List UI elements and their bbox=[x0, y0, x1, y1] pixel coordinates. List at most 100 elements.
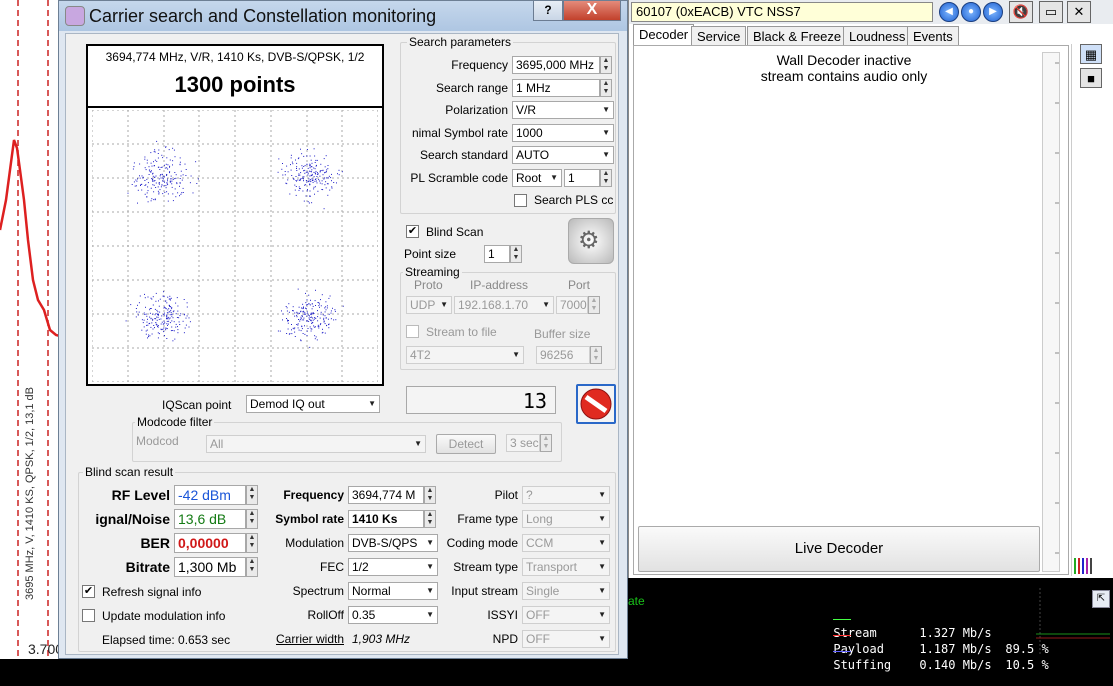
rf-level-spinner[interactable]: ▲ ▼ bbox=[246, 485, 258, 505]
frequency-input[interactable]: 3695,000 MHz bbox=[512, 56, 600, 74]
live-decoder-button[interactable]: Live Decoder bbox=[638, 526, 1040, 572]
constellation-point bbox=[157, 314, 159, 316]
modulation-select[interactable]: DVB-S/QPS ▼ bbox=[348, 534, 438, 552]
constellation-point bbox=[135, 179, 137, 181]
tab-black-freeze[interactable]: Black & Freeze bbox=[747, 26, 848, 46]
blind-scan-checkbox[interactable]: ✔ bbox=[406, 225, 419, 238]
constellation-point bbox=[162, 175, 164, 177]
constellation-point bbox=[308, 202, 310, 204]
constellation-point bbox=[287, 320, 289, 322]
constellation-point bbox=[173, 330, 175, 332]
frame-type-select[interactable]: Long ▼ bbox=[522, 510, 610, 528]
monitor-icon[interactable]: ▭ bbox=[1039, 1, 1063, 23]
issyi-select[interactable]: OFF ▼ bbox=[522, 606, 610, 624]
refresh-channel-icon[interactable]: ● bbox=[961, 2, 981, 22]
proto-select[interactable]: UDP ▼ bbox=[406, 296, 452, 314]
buffer-size-spinner[interactable]: ▲ ▼ bbox=[590, 346, 602, 364]
stream-type-select[interactable]: Transport ▼ bbox=[522, 558, 610, 576]
port-spinner[interactable]: ▲ ▼ bbox=[588, 296, 600, 314]
grid-view-icon[interactable]: ▦ bbox=[1080, 44, 1102, 64]
help-button[interactable]: ? bbox=[533, 1, 563, 21]
point-size-spinner[interactable]: ▲ ▼ bbox=[510, 245, 522, 263]
constellation-point bbox=[139, 177, 141, 179]
stop-button[interactable] bbox=[576, 384, 616, 424]
constellation-point bbox=[156, 324, 158, 326]
spectrum-select[interactable]: Normal ▼ bbox=[348, 582, 438, 600]
constellation-point bbox=[139, 295, 141, 297]
pl-scramble-type-select[interactable]: Root ▼ bbox=[512, 169, 562, 187]
tab-service[interactable]: Service bbox=[691, 26, 747, 46]
pilot-select[interactable]: ? ▼ bbox=[522, 486, 610, 504]
close-button[interactable]: X bbox=[563, 1, 621, 21]
tab-decoder[interactable]: Decoder bbox=[633, 24, 695, 46]
file-type-select[interactable]: 4T2 ▼ bbox=[406, 346, 524, 364]
tab-loudness[interactable]: Loudness bbox=[843, 26, 912, 46]
buffer-size-label: Buffer size bbox=[534, 327, 591, 341]
detect-time-spinner[interactable]: ▲ ▼ bbox=[540, 434, 552, 452]
npd-select[interactable]: OFF ▼ bbox=[522, 630, 610, 648]
constellation-point bbox=[309, 346, 311, 348]
rolloff-select[interactable]: 0.35 ▼ bbox=[348, 606, 438, 624]
buffer-size-input[interactable]: 96256 bbox=[536, 346, 590, 364]
iqscan-select[interactable]: Demod IQ out ▼ bbox=[246, 395, 380, 413]
constellation-point bbox=[310, 181, 312, 183]
tools-icon[interactable]: ✕ bbox=[1067, 1, 1091, 23]
snr-spinner[interactable]: ▲ ▼ bbox=[246, 509, 258, 529]
constellation-point bbox=[281, 168, 283, 170]
modcode-select[interactable]: All ▼ bbox=[206, 435, 426, 453]
search-range-input[interactable]: 1 MHz bbox=[512, 79, 600, 97]
input-stream-select[interactable]: Single ▼ bbox=[522, 582, 610, 600]
point-size-input[interactable]: 1 bbox=[484, 245, 510, 263]
ber-spinner[interactable]: ▲ ▼ bbox=[246, 533, 258, 553]
blind-scan-logo-button[interactable]: ⚙ bbox=[568, 218, 614, 264]
screen-view-icon[interactable]: ■ bbox=[1080, 68, 1102, 88]
constellation-point bbox=[158, 333, 160, 335]
next-channel-icon[interactable]: ▶ bbox=[983, 2, 1003, 22]
constellation-point bbox=[158, 305, 160, 307]
polarization-select[interactable]: V/R ▼ bbox=[512, 101, 614, 119]
result-symbol-rate-spinner[interactable]: ▲ ▼ bbox=[424, 510, 436, 528]
coding-mode-select[interactable]: CCM ▼ bbox=[522, 534, 610, 552]
constellation-point bbox=[144, 297, 146, 299]
snr-value: 13,6 dB bbox=[174, 509, 246, 529]
graph-scroll-icon[interactable]: ⇱ bbox=[1092, 590, 1110, 608]
constellation-point bbox=[320, 313, 322, 315]
channel-name-field[interactable]: 60107 (0xEACB) VTC NSS7 bbox=[631, 2, 933, 22]
title-bar[interactable]: Carrier search and Constellation monitor… bbox=[59, 1, 627, 31]
detect-time-input[interactable]: 3 sec bbox=[506, 434, 540, 452]
constellation-point bbox=[137, 178, 138, 180]
bitrate-spinner[interactable]: ▲ ▼ bbox=[246, 557, 258, 577]
decoder-scrollbar[interactable] bbox=[1042, 52, 1060, 572]
chevron-down-icon: ▼ bbox=[426, 538, 434, 547]
tab-events[interactable]: Events bbox=[907, 26, 959, 46]
constellation-point bbox=[312, 319, 314, 321]
port-input[interactable]: 7000 bbox=[556, 296, 588, 314]
ip-select[interactable]: 192.168.1.70 ▼ bbox=[454, 296, 554, 314]
constellation-point bbox=[325, 309, 327, 311]
search-pls-checkbox[interactable] bbox=[514, 194, 527, 207]
pl-scramble-code-input[interactable]: 1 bbox=[564, 169, 600, 187]
chevron-down-icon: ▼ bbox=[602, 128, 610, 137]
chevron-down-icon: ▼ bbox=[598, 610, 606, 619]
constellation-point bbox=[179, 182, 181, 184]
constellation-point bbox=[167, 323, 169, 325]
detect-button[interactable]: Detect bbox=[436, 434, 496, 454]
constellation-point bbox=[147, 318, 148, 320]
constellation-point bbox=[133, 166, 135, 168]
result-frequency-spinner[interactable]: ▲ ▼ bbox=[424, 486, 436, 504]
symbol-rate-select[interactable]: 1000 ▼ bbox=[512, 124, 614, 142]
frequency-spinner[interactable]: ▲ ▼ bbox=[600, 56, 612, 74]
refresh-signal-checkbox[interactable]: ✔ bbox=[82, 585, 95, 598]
search-standard-select[interactable]: AUTO ▼ bbox=[512, 146, 614, 164]
mute-speaker-icon[interactable]: 🔇 bbox=[1009, 1, 1033, 23]
pl-scramble-spinner[interactable]: ▲ ▼ bbox=[600, 169, 612, 187]
stream-to-file-checkbox[interactable] bbox=[406, 325, 419, 338]
update-modulation-checkbox[interactable] bbox=[82, 609, 95, 622]
wall-decoder-line1: Wall Decoder inactive bbox=[776, 52, 912, 68]
fec-select[interactable]: 1/2 ▼ bbox=[348, 558, 438, 576]
prev-channel-icon[interactable]: ◀ bbox=[939, 2, 959, 22]
constellation-point bbox=[162, 328, 164, 330]
constellation-point bbox=[299, 320, 301, 322]
constellation-point bbox=[146, 192, 148, 194]
search-range-spinner[interactable]: ▲ ▼ bbox=[600, 79, 612, 97]
